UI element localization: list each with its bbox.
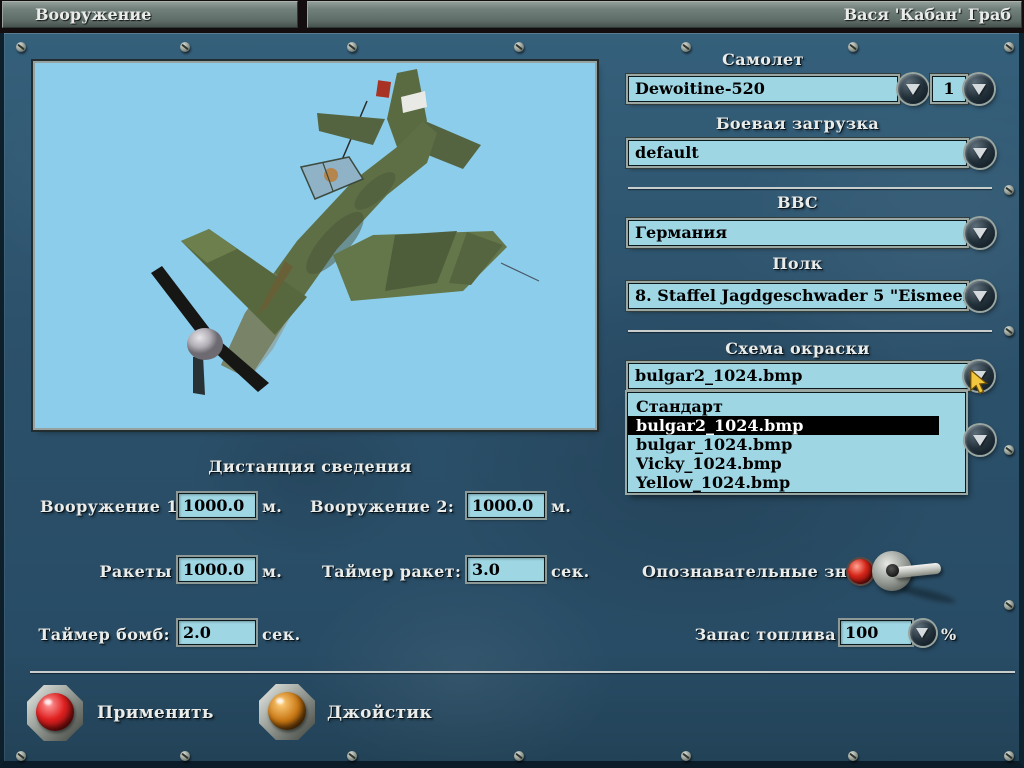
fuel-unit: % — [941, 625, 957, 644]
rivet-icon — [1004, 600, 1014, 610]
weapon1-unit: м. — [262, 497, 283, 516]
weapon1-label: Вооружение 1: — [40, 497, 185, 516]
airforce-label: ВВС — [777, 193, 818, 212]
separator — [628, 330, 992, 332]
paint-scheme-label: Схема окраски — [725, 339, 870, 358]
rockets-unit: м. — [262, 562, 283, 581]
rivet-icon — [16, 751, 26, 761]
rivet-icon — [347, 42, 357, 52]
aircraft-preview — [35, 63, 595, 428]
regiment-dropdown-button[interactable] — [965, 281, 995, 311]
markings-indicator-light — [848, 559, 873, 584]
rocket-timer-unit: сек. — [551, 562, 590, 581]
red-button-icon — [36, 693, 74, 731]
aircraft-count-field[interactable]: 1 — [932, 76, 966, 102]
chevron-down-icon — [916, 628, 928, 638]
regiment-label: Полк — [772, 254, 823, 273]
rivet-icon — [347, 751, 357, 761]
chevron-down-icon — [972, 84, 986, 95]
weapon1-input[interactable] — [178, 493, 256, 518]
rivet-icon — [1004, 445, 1014, 455]
joystick-button[interactable] — [259, 684, 315, 740]
title-bar: Вооружение Вася 'Кабан' Граб — [0, 0, 1024, 33]
rivet-icon — [1004, 185, 1014, 195]
weapon2-input[interactable] — [467, 493, 545, 518]
rivet-icon — [848, 751, 858, 761]
apply-button[interactable] — [27, 685, 83, 741]
rivet-icon — [180, 42, 190, 52]
aircraft-label: Самолет — [722, 50, 804, 69]
apply-button-label: Применить — [97, 703, 214, 723]
mouse-cursor-icon — [970, 370, 989, 394]
loadout-dropdown-button[interactable] — [965, 138, 995, 168]
toggle-pivot-icon — [886, 564, 899, 577]
joystick-button-label: Джойстик — [327, 703, 433, 723]
rivet-icon — [1004, 42, 1014, 52]
aircraft-dropdown-button[interactable] — [898, 74, 928, 104]
fuel-dropdown-button[interactable] — [910, 620, 936, 646]
chevron-down-icon — [973, 148, 987, 159]
markings-label: Опознавательные знаки: — [642, 562, 889, 581]
loadout-combobox[interactable]: default — [628, 140, 967, 166]
paint-scheme-option[interactable]: Yellow_1024.bmp — [628, 473, 965, 492]
paint-scheme-combobox[interactable]: bulgar2_1024.bmp — [628, 363, 969, 389]
rivet-icon — [1004, 326, 1014, 336]
convergence-title: Дистанция сведения — [208, 457, 412, 476]
separator — [30, 671, 1015, 673]
rivet-icon — [16, 42, 26, 52]
paint-scheme-listbox[interactable]: Стандарт bulgar2_1024.bmp bulgar_1024.bmp V… — [627, 392, 966, 493]
chevron-down-icon — [973, 291, 987, 302]
paint-scheme-option[interactable]: Стандарт — [628, 397, 965, 416]
amber-button-icon — [268, 692, 306, 730]
aircraft-combobox[interactable]: Dewoitine-520 — [628, 76, 898, 102]
bomb-timer-unit: сек. — [262, 625, 301, 644]
rockets-input[interactable] — [178, 557, 256, 582]
loadout-label: Боевая загрузка — [715, 114, 880, 133]
pilot-name: Вася 'Кабан' Граб — [307, 1, 1022, 28]
airforce-dropdown-button[interactable] — [965, 218, 995, 248]
tab-armament[interactable]: Вооружение — [2, 1, 298, 28]
paint-scheme-option[interactable]: bulgar2_1024.bmp — [628, 416, 940, 435]
regiment-combobox[interactable]: 8. Staffel Jagdgeschwader 5 "Eismeer" — [628, 283, 967, 309]
chevron-down-icon — [906, 84, 920, 95]
fuel-label: Запас топлива — [694, 625, 836, 644]
bomb-timer-label: Таймер бомб: — [38, 625, 170, 644]
weapon2-unit: м. — [551, 497, 572, 516]
rivet-icon — [681, 751, 691, 761]
paint-scheme-option[interactable]: Vicky_1024.bmp — [628, 454, 965, 473]
rivet-icon — [514, 42, 524, 52]
aircraft-render — [35, 63, 595, 428]
airforce-combobox[interactable]: Германия — [628, 220, 967, 246]
bomb-timer-input[interactable] — [178, 620, 256, 645]
fuel-input[interactable] — [840, 620, 912, 645]
rocket-timer-label: Таймер ракет: — [322, 562, 462, 581]
rivet-icon — [1004, 751, 1014, 761]
aircraft-count-dropdown-button[interactable] — [964, 74, 994, 104]
rivet-icon — [514, 751, 524, 761]
rocket-timer-input[interactable] — [467, 557, 545, 582]
separator — [628, 187, 992, 189]
paint-scheme-option[interactable]: bulgar_1024.bmp — [628, 435, 965, 454]
paint-scheme-scroll-button[interactable] — [965, 425, 995, 455]
armament-screen: Вооружение Вася 'Кабан' Граб Самолет Dew… — [0, 0, 1024, 768]
chevron-down-icon — [973, 228, 987, 239]
chevron-down-icon — [973, 435, 987, 446]
rivet-icon — [180, 751, 190, 761]
rockets-label: Ракеты — [99, 562, 172, 581]
weapon2-label: Вооружение 2: — [310, 497, 455, 516]
